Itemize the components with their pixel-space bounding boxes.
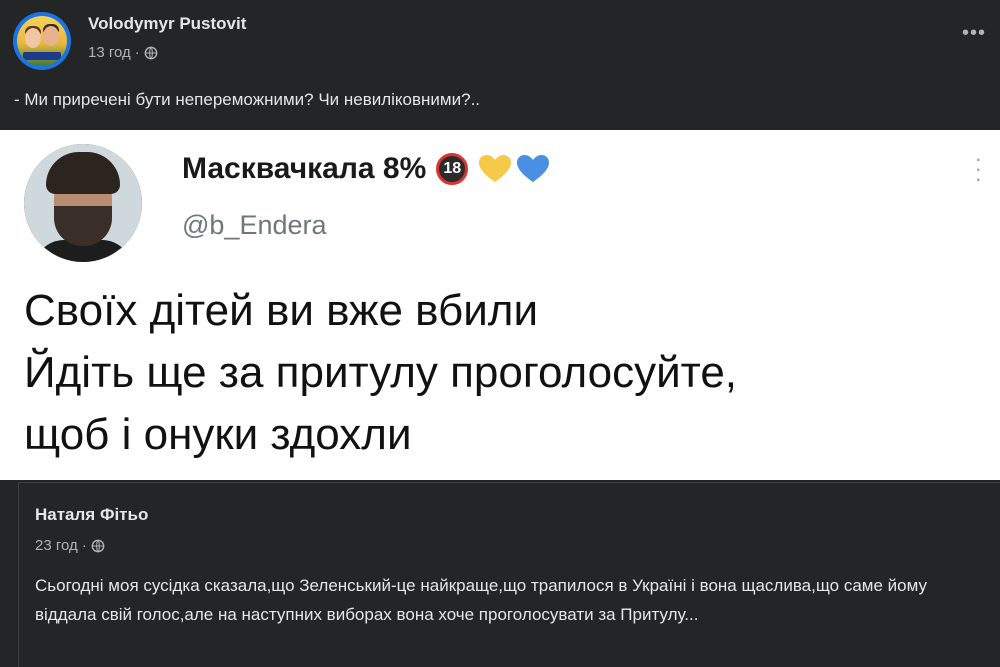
age-18-badge-icon: 18 (436, 153, 469, 185)
yellow-heart-icon (479, 155, 512, 182)
quoted-author-name[interactable]: Наталя Фітьо (35, 505, 148, 525)
tweet-display-name-row: Масквачкала 8% 18 (182, 152, 550, 186)
tweet-body: Своїх дітей ви вже вбили Йдіть ще за при… (24, 280, 737, 466)
post-meta: 13 год · (88, 44, 158, 61)
meta-separator: · (81, 537, 87, 554)
quoted-meta: 23 год · (35, 537, 105, 554)
more-options-icon[interactable]: ••• (962, 22, 986, 45)
tweet-handle: @b_Endera (182, 210, 327, 240)
tweet-display-name: Масквачкала 8% (182, 152, 427, 185)
tweet-line: щоб і онуки здохли (24, 410, 412, 459)
post-author-name[interactable]: Volodymyr Pustovit (88, 14, 246, 34)
quoted-post[interactable]: Наталя Фітьо 23 год · Сьогодні моя сусід… (18, 482, 1000, 667)
tweet-line: Своїх дітей ви вже вбили (24, 286, 539, 335)
author-avatar[interactable] (13, 12, 71, 70)
tweet-line: Йдіть ще за притулу проголосуйте, (24, 348, 738, 397)
post-header: Volodymyr Pustovit 13 год · ••• (0, 0, 1000, 80)
post-timestamp[interactable]: 13 год (88, 44, 131, 61)
quoted-text: Сьогодні моя сусідка сказала,що Зеленськ… (35, 576, 927, 624)
blue-heart-icon (517, 155, 550, 182)
tweet-more-icon: · · · (974, 146, 982, 191)
globe-icon (144, 46, 158, 59)
tweet-avatar (24, 144, 142, 262)
tweet-screenshot: Масквачкала 8% 18 @b_Endera · · · Своїх ді… (0, 130, 1000, 480)
meta-separator: · (134, 44, 140, 61)
quoted-timestamp[interactable]: 23 год (35, 537, 78, 554)
post-text: - Ми приречені бути непереможними? Чи не… (14, 90, 481, 109)
globe-icon (91, 539, 105, 552)
